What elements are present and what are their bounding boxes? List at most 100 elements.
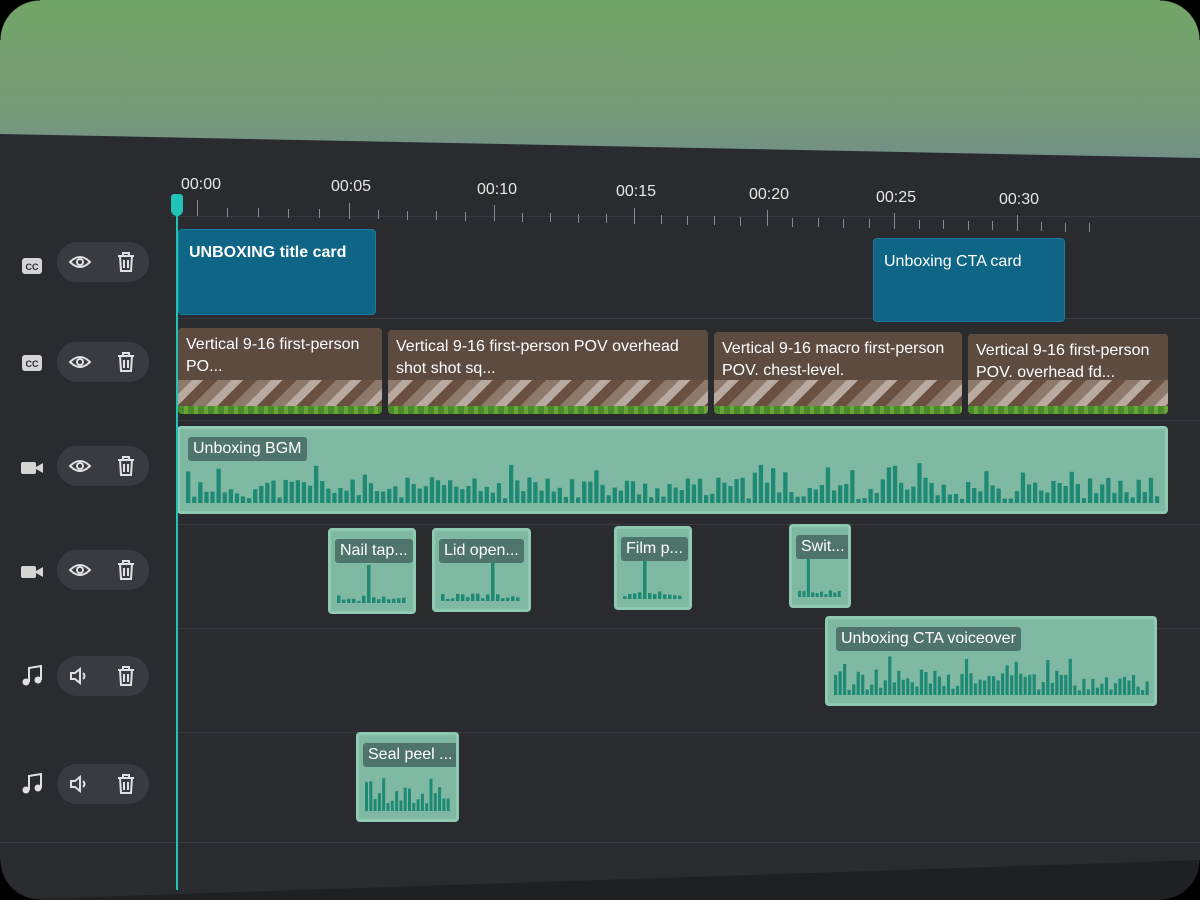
waveform-bar — [471, 593, 475, 601]
waveform-bar — [246, 498, 252, 503]
waveform-bar — [387, 488, 392, 503]
waveform-bar — [1028, 674, 1032, 695]
waveform-bar — [771, 468, 776, 503]
playhead-handle[interactable] — [171, 194, 183, 216]
clip-film-peel[interactable]: Film p... — [614, 526, 692, 610]
waveform-bar — [668, 594, 672, 599]
clip-seal-peel[interactable]: Seal peel ... — [356, 732, 459, 822]
waveform-bar — [386, 803, 390, 811]
frame-corner — [1160, 0, 1200, 40]
waveform-bar — [978, 679, 982, 695]
trash-icon[interactable] — [114, 772, 138, 796]
waveform-bar — [395, 791, 399, 811]
waveform-bar — [417, 488, 422, 503]
waveform-bar — [831, 490, 837, 503]
trash-icon[interactable] — [114, 250, 138, 274]
ruler-major-tick — [197, 200, 198, 216]
waveform-bar — [838, 671, 842, 695]
waveform-bar — [1057, 483, 1062, 503]
waveform-bar — [1059, 675, 1063, 695]
clip-bgm[interactable]: Unboxing BGM — [177, 426, 1168, 514]
clip-label: Swit... — [796, 535, 848, 559]
clip-video-2[interactable]: Vertical 9-16 first-person POV overhead … — [388, 330, 708, 414]
waveform-bar — [892, 465, 898, 503]
clip-label: Unboxing CTA card — [884, 253, 1022, 270]
waveform-bar — [901, 679, 905, 695]
waveform — [337, 565, 406, 603]
waveform — [441, 563, 520, 601]
frame-corner — [1160, 860, 1200, 900]
ruler-label-10: 00:10 — [476, 181, 518, 198]
waveform-bar — [865, 689, 869, 695]
speaker-icon[interactable] — [68, 664, 92, 688]
waveform-bar — [929, 482, 934, 503]
waveform-bar — [1045, 492, 1050, 503]
waveform-bar — [429, 477, 435, 503]
waveform-bar — [1002, 498, 1007, 503]
speaker-icon[interactable] — [68, 772, 92, 796]
waveform-bar — [368, 483, 374, 503]
waveform-bar — [1010, 675, 1014, 695]
waveform-bar — [397, 598, 401, 603]
clip-label: Vertical 9-16 first-person POV. overhead… — [968, 334, 1168, 386]
waveform-bar — [588, 481, 593, 503]
waveform-bar — [1046, 660, 1050, 695]
waveform-bar — [338, 488, 343, 503]
clip-video-1[interactable]: Vertical 9-16 first-person PO... — [178, 328, 382, 414]
waveform-bar — [326, 488, 331, 503]
clip-lid-open[interactable]: Lid open... — [432, 528, 531, 612]
waveform-bar — [911, 486, 916, 503]
waveform-bar — [1154, 496, 1160, 503]
clip-cta-voiceover[interactable]: Unboxing CTA voiceover — [825, 616, 1157, 706]
waveform-bar — [271, 480, 276, 503]
waveform-bar — [362, 595, 366, 603]
clip-video-3[interactable]: Vertical 9-16 macro first-person POV. ch… — [714, 332, 962, 414]
waveform-bar — [1127, 680, 1131, 695]
eye-icon[interactable] — [68, 454, 92, 478]
waveform-bar — [337, 595, 341, 603]
waveform-bar — [941, 484, 946, 503]
waveform-bar — [1041, 682, 1045, 695]
waveform-bar — [442, 798, 446, 811]
eye-icon[interactable] — [68, 250, 92, 274]
clip-switch[interactable]: Swit... — [789, 524, 851, 608]
waveform-bar — [834, 674, 838, 695]
waveform-bar — [673, 487, 678, 503]
waveform-bar — [653, 594, 657, 599]
waveform-bar — [373, 798, 377, 811]
waveform-bar — [438, 787, 442, 811]
clip-nail-tap[interactable]: Nail tap... — [328, 528, 416, 614]
waveform-bar — [833, 592, 837, 597]
waveform-bar — [382, 596, 386, 603]
eye-icon[interactable] — [68, 558, 92, 582]
waveform-bar — [307, 485, 313, 503]
clip-cta-card[interactable]: Unboxing CTA card — [873, 238, 1065, 322]
waveform-bar — [265, 482, 270, 503]
trash-icon[interactable] — [114, 558, 138, 582]
waveform — [186, 463, 1160, 503]
eye-icon[interactable] — [68, 350, 92, 374]
waveform-bar — [472, 478, 477, 503]
waveform-bar — [691, 484, 697, 503]
trash-icon[interactable] — [114, 350, 138, 374]
clip-label: Film p... — [621, 537, 688, 561]
clip-label: Unboxing CTA voiceover — [836, 627, 1021, 651]
waveform-bar — [856, 498, 861, 503]
waveform-bar — [347, 598, 351, 603]
waveform-bar — [1001, 673, 1005, 695]
waveform-bar — [466, 486, 471, 503]
waveform-bar — [777, 492, 782, 503]
ruler-label-25: 00:25 — [875, 189, 917, 206]
waveform-bar — [850, 470, 855, 503]
waveform-bar — [636, 494, 642, 503]
trash-icon[interactable] — [114, 664, 138, 688]
frame-corner — [0, 860, 40, 900]
clip-title-card[interactable]: UNBOXING title card — [178, 229, 376, 315]
waveform-bar — [429, 778, 433, 811]
clip-video-4[interactable]: Vertical 9-16 first-person POV. overhead… — [968, 334, 1168, 414]
track-actions-pill — [57, 764, 149, 804]
waveform-bar — [433, 793, 437, 811]
trash-icon[interactable] — [114, 454, 138, 478]
waveform-bar — [807, 488, 812, 503]
waveform-bar — [533, 482, 538, 503]
